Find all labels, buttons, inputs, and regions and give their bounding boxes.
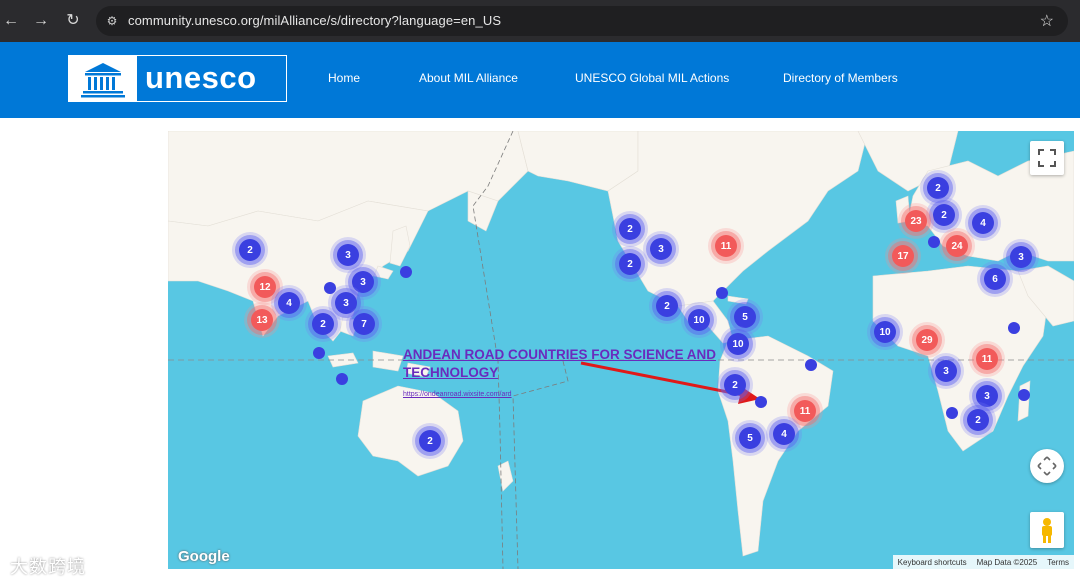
marker-cluster[interactable]: 11 xyxy=(715,235,737,257)
marker-cluster[interactable]: 7 xyxy=(353,313,375,335)
member-marker[interactable] xyxy=(755,396,767,408)
member-link[interactable]: https://ondeanroad.wixsite.com/ard xyxy=(403,391,512,398)
keyboard-shortcuts-link[interactable]: Keyboard shortcuts xyxy=(893,558,972,567)
marker-cluster[interactable]: 3 xyxy=(335,292,357,314)
pegman-icon xyxy=(1042,518,1052,543)
marker-cluster[interactable]: 4 xyxy=(278,292,300,314)
marker-cluster[interactable]: 23 xyxy=(905,210,927,232)
marker-cluster[interactable]: 2 xyxy=(419,430,441,452)
back-arrow-icon[interactable]: ← xyxy=(0,10,22,32)
marker-cluster[interactable]: 10 xyxy=(874,321,896,343)
marker-cluster[interactable]: 3 xyxy=(337,244,359,266)
member-marker[interactable] xyxy=(336,373,348,385)
marker-cluster[interactable]: 29 xyxy=(916,329,938,351)
marker-cluster[interactable]: 3 xyxy=(352,271,374,293)
forward-arrow-icon[interactable]: → xyxy=(30,10,52,32)
marker-cluster[interactable]: 3 xyxy=(1010,246,1032,268)
browser-toolbar: ← → ↻ ⚙ community.unesco.org/milAlliance… xyxy=(0,0,1080,42)
marker-cluster[interactable]: 2 xyxy=(967,409,989,431)
site-info-icon[interactable]: ⚙ xyxy=(104,13,120,29)
url-text[interactable]: community.unesco.org/milAlliance/s/direc… xyxy=(128,13,501,28)
marker-cluster[interactable]: 2 xyxy=(619,253,641,275)
marker-cluster[interactable]: 4 xyxy=(773,423,795,445)
member-marker[interactable] xyxy=(946,407,958,419)
site-header: unesco Home About MIL Alliance UNESCO Gl… xyxy=(0,42,1080,118)
marker-cluster[interactable]: 3 xyxy=(935,360,957,382)
nav-directory[interactable]: Directory of Members xyxy=(783,71,898,85)
marker-cluster[interactable]: 2 xyxy=(656,295,678,317)
marker-cluster[interactable]: 2 xyxy=(312,313,334,335)
google-logo: Google xyxy=(178,548,230,565)
marker-cluster[interactable]: 2 xyxy=(619,218,641,240)
logo-wordmark: unesco xyxy=(145,60,257,95)
member-marker[interactable] xyxy=(1008,322,1020,334)
member-marker[interactable] xyxy=(400,266,412,278)
star-icon[interactable]: ☆ xyxy=(1040,11,1054,31)
marker-cluster[interactable]: 2 xyxy=(933,204,955,226)
marker-cluster[interactable]: 6 xyxy=(984,268,1006,290)
member-marker[interactable] xyxy=(716,287,728,299)
unesco-logo[interactable]: unesco xyxy=(68,55,287,102)
marker-cluster[interactable]: 4 xyxy=(972,212,994,234)
marker-cluster[interactable]: 3 xyxy=(976,385,998,407)
unesco-temple-icon xyxy=(69,56,137,101)
pan-control[interactable] xyxy=(1030,449,1064,483)
marker-cluster[interactable]: 10 xyxy=(688,309,710,331)
nav-global-actions[interactable]: UNESCO Global MIL Actions xyxy=(575,71,729,85)
member-marker[interactable] xyxy=(324,282,336,294)
marker-cluster[interactable]: 11 xyxy=(794,400,816,422)
member-marker[interactable] xyxy=(928,236,940,248)
member-marker[interactable] xyxy=(313,347,325,359)
members-map[interactable]: 2 3 12 3 4 3 13 2 7 2 2 3 2 11 2 10 5 10… xyxy=(168,131,1074,569)
map-data-text: Map Data ©2025 xyxy=(976,557,1038,567)
marker-cluster[interactable]: 24 xyxy=(946,235,968,257)
marker-cluster[interactable]: 3 xyxy=(650,238,672,260)
member-label[interactable]: ANDEAN ROAD COUNTRIES FOR SCIENCE AND TE… xyxy=(403,346,743,382)
marker-cluster[interactable]: 12 xyxy=(254,276,276,298)
fullscreen-button[interactable] xyxy=(1030,141,1064,175)
address-bar[interactable]: ⚙ community.unesco.org/milAlliance/s/dir… xyxy=(96,6,1068,36)
marker-cluster[interactable]: 2 xyxy=(239,239,261,261)
marker-cluster[interactable]: 13 xyxy=(251,309,273,331)
marker-cluster[interactable]: 17 xyxy=(892,245,914,267)
terms-link[interactable]: Terms xyxy=(1042,558,1074,567)
marker-cluster[interactable]: 5 xyxy=(734,306,756,328)
member-marker[interactable] xyxy=(1018,389,1030,401)
marker-cluster[interactable]: 5 xyxy=(739,427,761,449)
marker-cluster[interactable]: 11 xyxy=(976,348,998,370)
fullscreen-icon xyxy=(1038,149,1056,167)
nav-about[interactable]: About MIL Alliance xyxy=(419,71,518,85)
street-view-button[interactable] xyxy=(1030,512,1064,548)
nav-home[interactable]: Home xyxy=(328,71,360,85)
watermark: 大数跨境 xyxy=(10,557,86,577)
member-marker[interactable] xyxy=(805,359,817,371)
pan-control-icon xyxy=(1037,456,1057,476)
reload-icon[interactable]: ↻ xyxy=(62,10,84,32)
map-attribution: Keyboard shortcuts Map Data ©2025 Terms xyxy=(892,555,1074,569)
marker-cluster[interactable]: 2 xyxy=(927,177,949,199)
